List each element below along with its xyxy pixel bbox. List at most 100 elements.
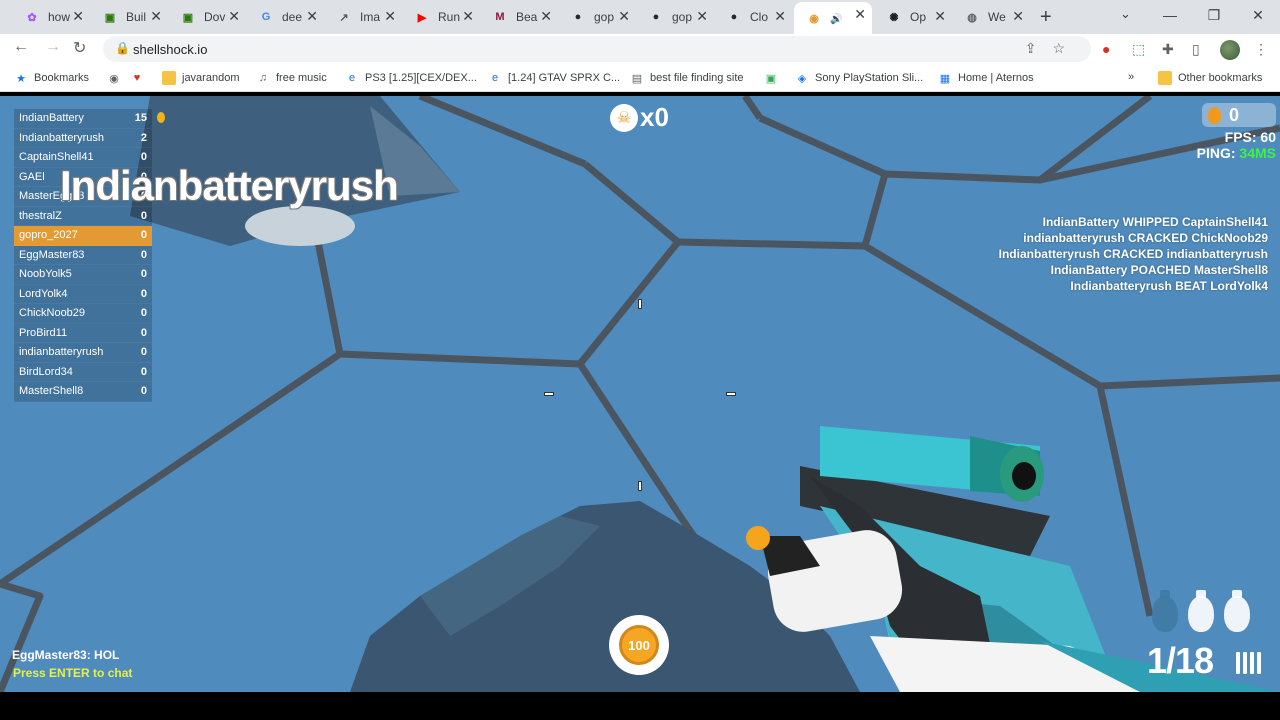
crosshair-right <box>726 392 736 396</box>
kill-feed-entry: IndianBattery POACHED MasterShell8 <box>1050 263 1268 277</box>
ping-readout: PING: 34MS <box>1197 145 1276 161</box>
ping-label: PING: <box>1196 145 1236 161</box>
minimize-button[interactable]: — <box>1148 0 1192 30</box>
browser-tab[interactable]: ● Clo ✕ <box>714 4 792 30</box>
player-name: gopro_2027 <box>19 229 78 242</box>
bookmark-item[interactable]: ▦ Home | Aternos <box>938 71 1034 85</box>
close-tab-icon[interactable]: ✕ <box>228 8 240 25</box>
close-tab-icon[interactable]: ✕ <box>618 8 630 25</box>
close-tab-icon[interactable]: ✕ <box>306 8 318 25</box>
browser-tab[interactable]: ◍ We ✕ <box>952 4 1030 30</box>
bookmark-label: javarandom <box>182 72 240 84</box>
grenade-inventory <box>1152 590 1250 632</box>
player-score: 0 <box>140 287 147 300</box>
close-window-button[interactable]: ✕ <box>1236 0 1280 30</box>
kill-feed-entry: Indianbatteryrush BEAT LordYolk4 <box>1070 279 1268 293</box>
browser-tab[interactable]: M Bea ✕ <box>480 4 558 30</box>
browser-tab[interactable]: ↗ Ima ✕ <box>324 4 402 30</box>
extension-badge-icon[interactable]: ● <box>1102 41 1110 57</box>
close-tab-icon[interactable]: ✕ <box>462 8 474 25</box>
browser-tab[interactable]: ▶ Run ✕ <box>402 4 480 30</box>
more-bookmarks-icon[interactable]: » <box>1128 71 1134 83</box>
back-button[interactable]: ← <box>13 38 29 56</box>
extension-icon[interactable]: ⬚ <box>1132 41 1145 58</box>
browser-tab[interactable]: ● gop ✕ <box>636 4 714 30</box>
close-tab-icon[interactable]: ✕ <box>150 8 162 25</box>
bookmark-label: free music <box>276 72 327 84</box>
close-tab-icon[interactable]: ✕ <box>1012 8 1024 25</box>
magazine-bars <box>1236 652 1261 674</box>
player-name: GAEl <box>19 170 45 183</box>
tab-search-icon[interactable]: ⌄ <box>1120 6 1131 22</box>
close-tab-icon[interactable]: ✕ <box>72 8 84 25</box>
bookmark-item[interactable]: e [1.24] GTAV SPRX C... <box>488 71 620 85</box>
e-icon: e <box>491 72 499 84</box>
crosshair-bottom <box>638 481 642 491</box>
bookmark-item[interactable]: ◈ Sony PlayStation Sli... <box>795 71 923 85</box>
browser-tab[interactable]: ✺ Op ✕ <box>874 4 952 30</box>
folder-icon <box>162 71 176 85</box>
browser-tab[interactable]: ▣ Dov ✕ <box>168 4 246 30</box>
extensions-puzzle-icon[interactable]: ✚ <box>1162 41 1174 58</box>
bookmark-item[interactable]: ◉ <box>107 71 127 85</box>
bookmark-item[interactable]: e PS3 [1.25][CEX/DEX... <box>345 71 477 85</box>
audio-playing-icon[interactable]: 🔊 <box>830 14 842 25</box>
bookmark-item[interactable]: ★ Bookmarks <box>14 71 89 85</box>
scoreboard-row: gopro_2027 0 <box>14 226 152 246</box>
new-tab-button[interactable]: + <box>1040 6 1052 29</box>
browser-tab[interactable]: ● gop ✕ <box>558 4 636 30</box>
bookmark-item[interactable]: javarandom <box>162 71 239 85</box>
restore-button[interactable]: ❐ <box>1192 0 1236 30</box>
close-tab-icon[interactable]: ✕ <box>384 8 396 25</box>
skull-icon: ☠ <box>610 103 638 132</box>
bookmark-label: [1.24] GTAV SPRX C... <box>508 72 621 84</box>
browser-tab[interactable]: ✿ how ✕ <box>12 4 90 30</box>
browser-toolbar: ← → ↻ 🔒 shellshock.io ⇪☆ ● ⬚ ✚ ▯ ⋮ <box>0 34 1280 64</box>
close-tab-icon[interactable]: ✕ <box>696 8 708 25</box>
chat-message: EggMaster83: HOL <box>12 648 120 662</box>
menu-kebab-icon[interactable]: ⋮ <box>1254 41 1268 58</box>
bookmark-item[interactable]: ♫ free music <box>256 71 327 85</box>
player-name: indianbatteryrush <box>19 346 104 359</box>
browser-tab[interactable]: Gdee ✕ <box>246 4 324 30</box>
bookmark-label: Home | Aternos <box>958 72 1034 84</box>
game-viewport[interactable]: IndianBattery 15 Indianbatteryrush 2 Captain… <box>0 96 1280 692</box>
player-name: thestralZ <box>19 209 62 222</box>
bookmark-item[interactable]: ♥ <box>130 71 150 85</box>
mod-icon: ▣ <box>104 11 116 24</box>
grenade-icon <box>1188 590 1214 632</box>
bookmark-item[interactable]: ▤ best file finding site <box>630 71 744 85</box>
close-tab-icon[interactable]: ✕ <box>540 8 552 25</box>
other-bookmarks[interactable]: Other bookmarks <box>1158 71 1262 85</box>
close-tab-icon[interactable]: ✕ <box>934 8 946 25</box>
share-icon[interactable]: ⇪ <box>1025 40 1053 56</box>
profile-avatar[interactable] <box>1220 40 1240 60</box>
player-score: 0 <box>140 365 147 378</box>
reload-button[interactable]: ↻ <box>73 38 86 58</box>
player-score: 2 <box>140 131 147 144</box>
player-name: BirdLord34 <box>19 365 73 378</box>
lock-icon[interactable]: 🔒 <box>115 41 130 55</box>
ping-value: 34MS <box>1239 145 1276 161</box>
crosshair-top <box>638 299 642 309</box>
egg-count: 0 <box>1229 104 1240 125</box>
browser-tab[interactable]: ▣ Buil ✕ <box>90 4 168 30</box>
close-tab-icon[interactable]: ✕ <box>774 8 786 25</box>
close-tab-icon[interactable]: ✕ <box>854 6 866 23</box>
killstreak-value: x0 <box>640 102 669 132</box>
bookmark-item[interactable]: ▣ <box>764 71 784 85</box>
bookmark-star-icon[interactable]: ☆ <box>1052 40 1081 56</box>
browser-tab[interactable]: ◉ 🔊 ✕ <box>794 2 872 34</box>
player-name: ProBird11 <box>19 326 68 339</box>
address-bar[interactable]: 🔒 shellshock.io ⇪☆ <box>103 36 1091 62</box>
bookmark-label: Bookmarks <box>34 72 90 84</box>
ps-icon: ◈ <box>797 72 807 85</box>
chat-prompt[interactable]: Press ENTER to chat <box>13 666 132 680</box>
health-value: 100 <box>619 625 659 665</box>
egg-icon <box>1208 106 1221 124</box>
mod-icon: ▣ <box>182 11 194 24</box>
side-panel-icon[interactable]: ▯ <box>1192 41 1200 58</box>
file-icon: ▤ <box>631 72 643 85</box>
forward-button[interactable]: → <box>45 38 61 56</box>
scoreboard-row: NoobYolk5 0 <box>14 265 152 285</box>
